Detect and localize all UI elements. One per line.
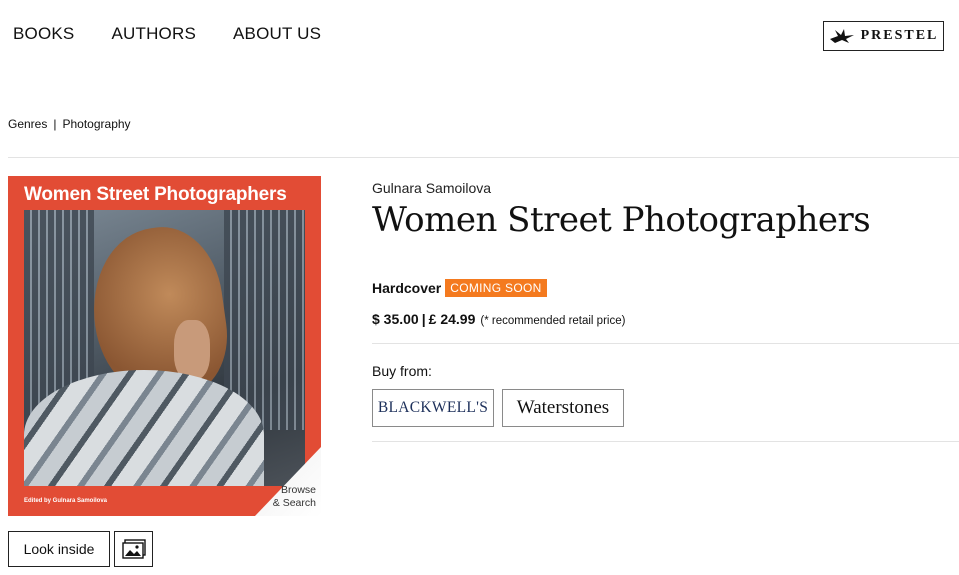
retailer-list: BLACKWELL'S Waterstones	[372, 389, 624, 427]
curl-line-1: Browse	[280, 484, 316, 496]
breadcrumb-photography[interactable]: Photography	[62, 117, 130, 131]
divider	[372, 343, 959, 344]
cover-editor-line: Edited by Gulnara Samoilova	[24, 498, 108, 504]
look-inside-button[interactable]: Look inside	[8, 531, 110, 567]
price-separator: |	[421, 311, 426, 327]
author-link[interactable]: Gulnara Samoilova	[372, 180, 491, 196]
gallery-button[interactable]	[114, 531, 153, 567]
image-gallery-icon	[121, 539, 146, 559]
browse-search-label[interactable]: Browse & Search	[270, 484, 316, 510]
nav-item-books[interactable]: BOOKS	[13, 24, 74, 44]
price-row: $ 35.00 | £ 24.99 (* recommended retail p…	[372, 311, 625, 327]
divider	[8, 157, 959, 158]
buy-from-label: Buy from:	[372, 363, 432, 379]
nav-item-authors[interactable]: AUTHORS	[111, 24, 196, 44]
breadcrumb-separator: |	[53, 117, 57, 131]
main-nav: BOOKS AUTHORS ABOUT US	[13, 24, 321, 44]
bird-icon	[829, 29, 854, 43]
curl-line-2: & Search	[272, 497, 316, 509]
nav-item-about-us[interactable]: ABOUT US	[233, 24, 321, 44]
price-gbp: £ 24.99	[428, 311, 476, 327]
divider	[372, 441, 959, 442]
blackwells-button[interactable]: BLACKWELL'S	[372, 389, 494, 427]
logo-text: PRESTEL	[860, 28, 939, 43]
cover-title: Women Street Photographers	[24, 184, 287, 205]
breadcrumb-genres[interactable]: Genres	[8, 117, 47, 131]
format-row: Hardcover COMING SOON	[372, 279, 547, 297]
prestel-logo[interactable]: PRESTEL	[823, 21, 944, 51]
price-note: (* recommended retail price)	[480, 315, 626, 327]
book-title: Women Street Photographers	[372, 200, 871, 240]
breadcrumb: Genres | Photography	[8, 117, 131, 131]
book-cover[interactable]: Women Street Photographers Edited by Gul…	[8, 176, 321, 516]
cover-photo	[24, 210, 305, 486]
waterstones-button[interactable]: Waterstones	[502, 389, 624, 427]
format-label: Hardcover	[372, 280, 442, 296]
price-usd: $ 35.00	[372, 311, 419, 327]
status-badge: COMING SOON	[445, 279, 547, 297]
